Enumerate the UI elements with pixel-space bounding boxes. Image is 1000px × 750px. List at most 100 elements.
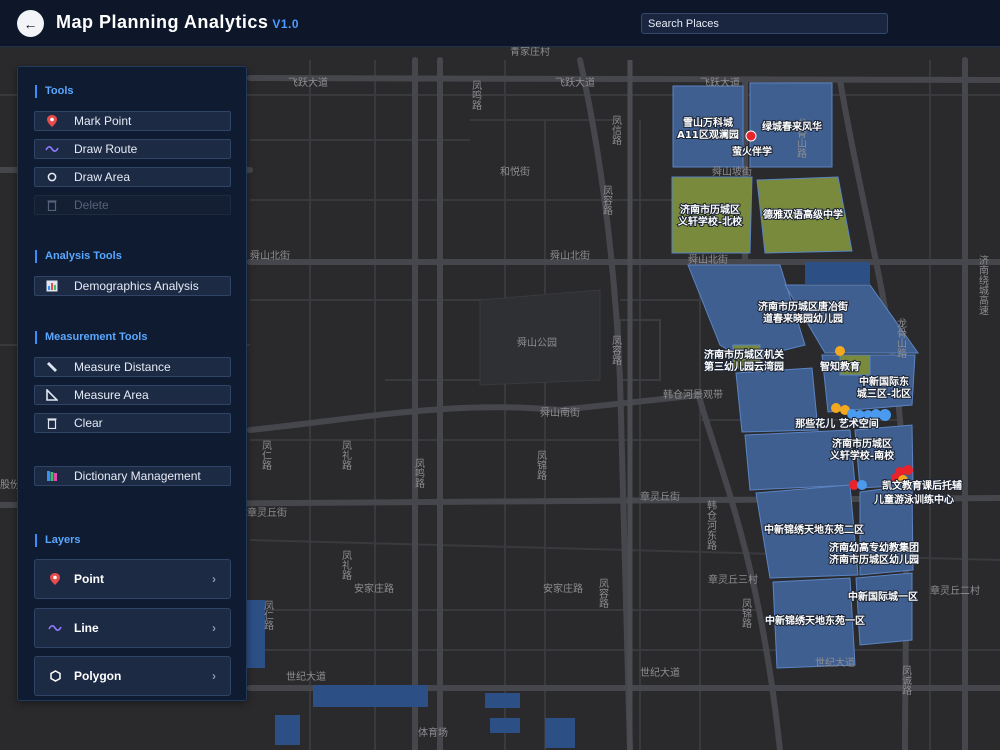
poi-label: 中新国际城一区	[848, 590, 918, 603]
chevron-right-icon: ›	[212, 669, 216, 683]
road-label: 凤礼路	[340, 550, 352, 581]
clear-button[interactable]: Clear	[34, 413, 231, 433]
road-label: 凤容路	[610, 335, 622, 366]
delete-label: Delete	[74, 198, 109, 212]
measure-area-button[interactable]: Measure Area	[34, 385, 231, 405]
poi-label: 第三幼儿园云湾园	[704, 360, 784, 373]
trash-icon	[41, 199, 63, 211]
road-label: 安家庄路	[543, 582, 583, 595]
road-label: 济南绕城高速	[977, 254, 989, 315]
road-label: 凤信路	[610, 115, 622, 146]
road-label: 舜山坡街	[712, 165, 752, 178]
road-label: 章灵丘街	[640, 490, 680, 503]
delete-button[interactable]: Delete	[34, 195, 231, 215]
mark-point-button[interactable]: Mark Point	[34, 111, 231, 131]
pin-icon	[41, 115, 63, 127]
poi-label: 智知教育	[820, 360, 860, 373]
road-label: 舜山北街	[250, 249, 290, 262]
app-header: ← Map Planning Analytics V1.0	[0, 0, 1000, 47]
road-label: 飞跃大道	[555, 76, 595, 89]
poi-label: 济南市历城区	[832, 437, 892, 450]
poi-label: 中新锦绣天地东苑二区	[764, 523, 864, 536]
road-label: 凤鸣路	[413, 458, 425, 489]
line-icon	[46, 624, 64, 632]
clear-label: Clear	[74, 416, 103, 430]
road-label: 飞跃大道	[700, 76, 740, 89]
trash-icon	[41, 417, 63, 429]
section-title-layers: Layers	[35, 534, 80, 547]
dictionary-management-button[interactable]: Dictionary Management	[34, 466, 231, 486]
layer-polygon-label: Polygon	[74, 669, 122, 683]
app-title: Map Planning Analytics V1.0	[56, 12, 299, 33]
poi-label: 义轩学校-北校	[678, 215, 743, 228]
route-icon	[41, 145, 63, 153]
road-label: 舜山南街	[540, 406, 580, 419]
draw-area-label: Draw Area	[74, 170, 131, 184]
layer-point-label: Point	[74, 572, 104, 586]
road-label: 凤容路	[597, 578, 609, 609]
road-label: 凤仁路	[262, 600, 274, 631]
road-label: 世纪大道	[286, 670, 326, 683]
poi-label: 儿童游泳训练中心	[873, 493, 954, 506]
demographics-analysis-label: Demographics Analysis	[74, 279, 199, 293]
triangle-ruler-icon	[41, 389, 63, 401]
road-label: 凤锦路	[535, 450, 547, 481]
measure-area-label: Measure Area	[74, 388, 149, 402]
road-label: 舜山北街	[550, 249, 590, 262]
road-label: 章灵丘街	[247, 506, 287, 519]
road-label: 龙骨山路	[895, 317, 907, 359]
road-label: 章灵丘二村	[930, 584, 980, 597]
poi-label: 城三区-北区	[857, 387, 911, 400]
app-version: V1.0	[272, 17, 300, 31]
back-button[interactable]: ←	[17, 10, 44, 37]
poi-label: 济南市历城区幼儿园	[829, 553, 919, 566]
road-label: 凤锦路	[740, 598, 752, 629]
poi-label: 义轩学校-南校	[830, 449, 895, 462]
poi-label: 济南市历城区机关	[704, 348, 784, 361]
hexagon-icon	[46, 670, 64, 682]
layer-point[interactable]: Point ›	[34, 559, 231, 599]
draw-route-button[interactable]: Draw Route	[34, 139, 231, 159]
poi-label: 中新国际东	[859, 375, 909, 388]
road-label: 韩仓河东路	[705, 499, 717, 551]
chart-icon	[41, 280, 63, 292]
circle-icon	[41, 172, 63, 182]
demographics-analysis-button[interactable]: Demographics Analysis	[34, 276, 231, 296]
road-label: 凤仁路	[260, 440, 272, 471]
chevron-right-icon: ›	[212, 572, 216, 586]
marker-red	[903, 465, 913, 475]
books-icon	[41, 470, 63, 482]
road-label: 凤礼路	[340, 440, 352, 471]
dictionary-management-label: Dictionary Management	[74, 469, 201, 483]
section-title-tools: Tools	[35, 85, 74, 98]
measure-distance-label: Measure Distance	[74, 360, 171, 374]
poi-label: 绿城春来风华	[762, 120, 822, 133]
road-label: 和悦街	[500, 165, 530, 178]
road-label: 世纪大道	[815, 656, 855, 669]
road-label: 凤容路	[601, 185, 613, 216]
road-label: 体育场	[418, 726, 448, 739]
measure-distance-button[interactable]: Measure Distance	[34, 357, 231, 377]
road-label: 凤诚路	[900, 665, 912, 696]
layer-polygon[interactable]: Polygon ›	[34, 656, 231, 696]
ruler-icon	[41, 361, 63, 373]
poi-label: 雪山万科城	[683, 116, 733, 129]
poi-label: 中新锦绣天地东苑一区	[765, 614, 865, 627]
marker-orange	[835, 346, 845, 356]
poi-label: 德雅双语高级中学	[762, 208, 843, 221]
road-label: 舜山北街	[688, 253, 728, 266]
section-title-analysis: Analysis Tools	[35, 250, 122, 263]
road-label: 韩仓河景观带	[663, 388, 723, 401]
poi-label: 济南市历城区	[680, 203, 740, 216]
road-label: 世纪大道	[640, 666, 680, 679]
poi-label: 道春来晓园幼儿园	[763, 312, 843, 325]
road-label: 舜山公园	[517, 336, 557, 349]
poi-label: 济南幼高专幼教集团	[829, 541, 919, 554]
draw-area-button[interactable]: Draw Area	[34, 167, 231, 187]
road-label: 凤鸣路	[470, 80, 482, 111]
mark-point-label: Mark Point	[74, 114, 132, 128]
search-input[interactable]	[641, 13, 888, 34]
layer-line[interactable]: Line ›	[34, 608, 231, 648]
layer-line-label: Line	[74, 621, 99, 635]
poi-label: 凯文教育课后托辅	[882, 479, 962, 492]
